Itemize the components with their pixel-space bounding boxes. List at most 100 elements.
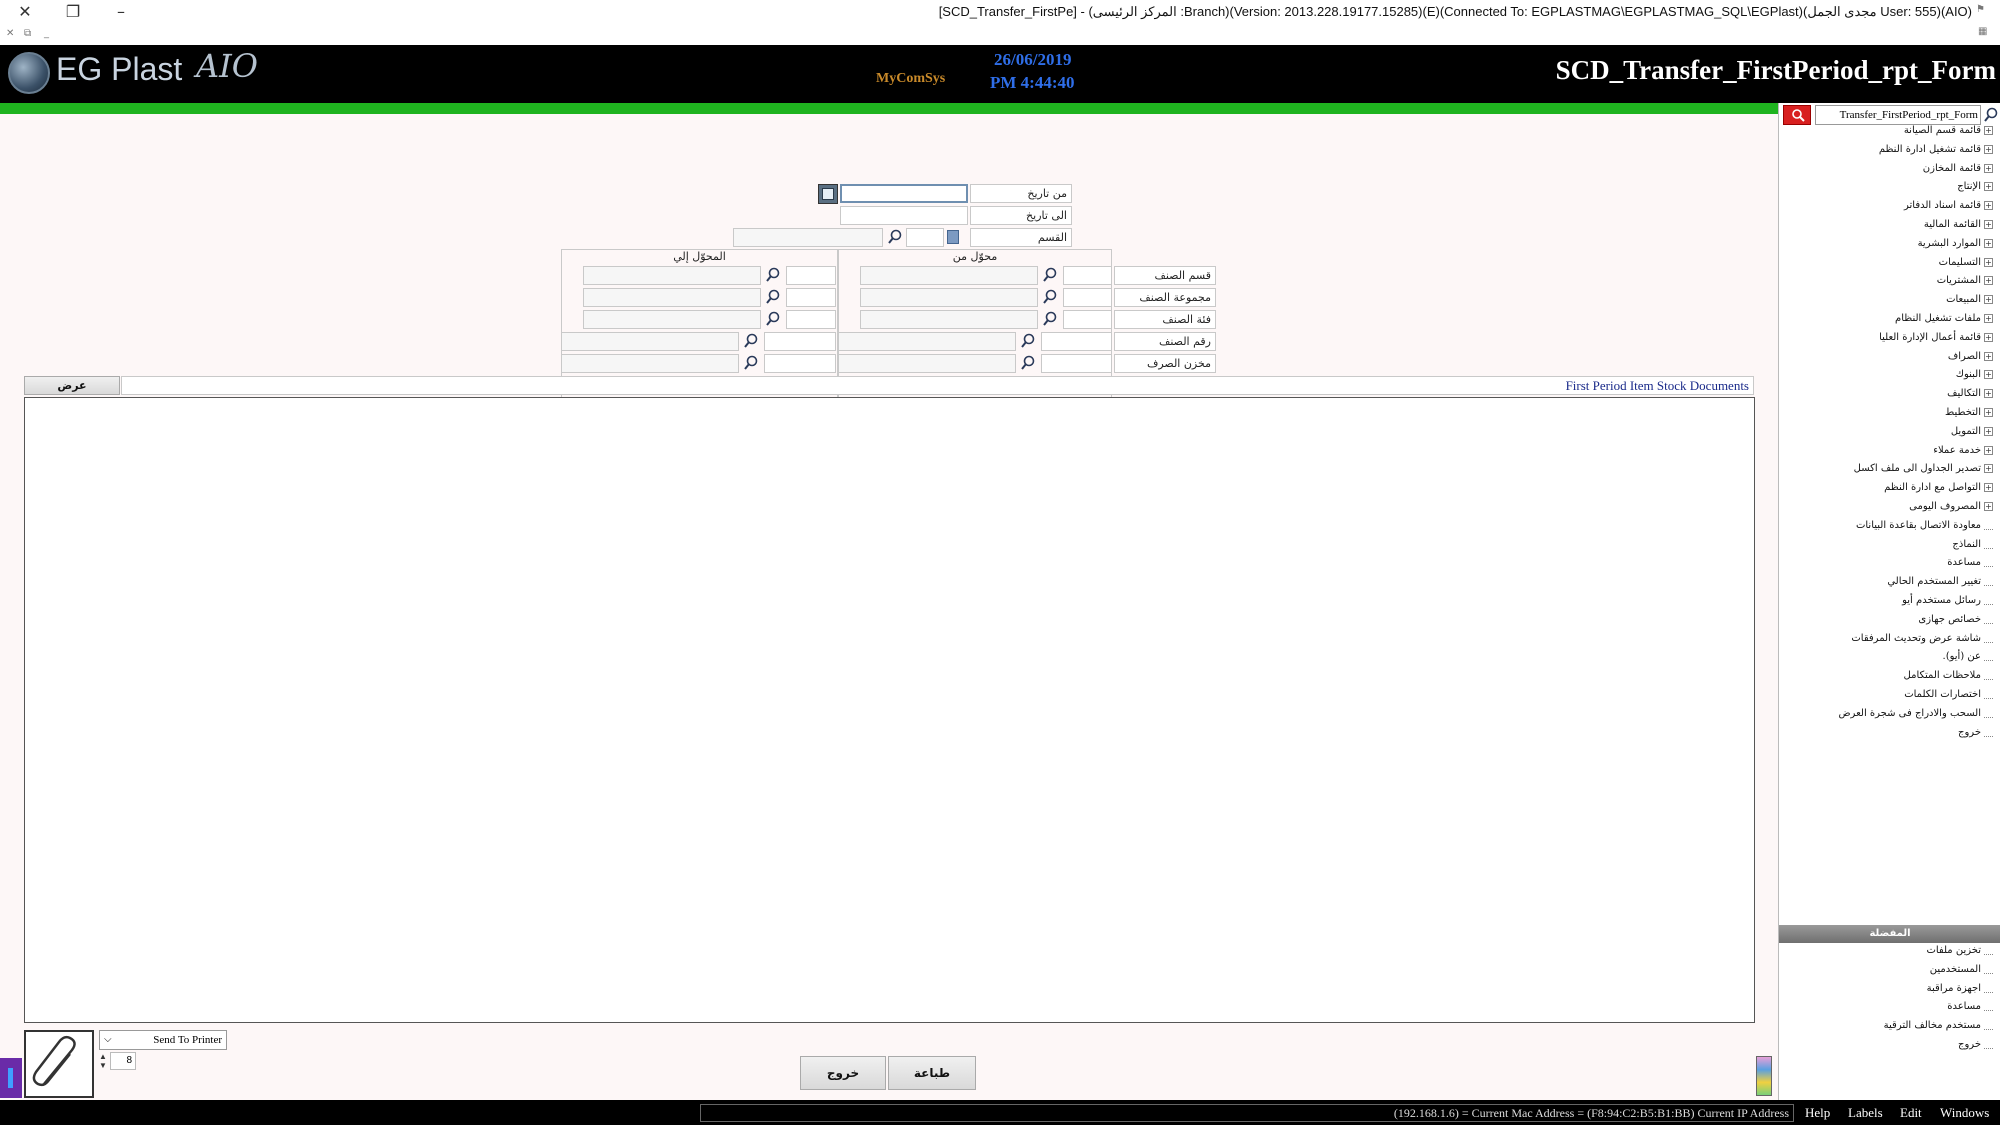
from-item-section-search-icon[interactable] xyxy=(1041,266,1059,284)
favorite-item[interactable]: خروج xyxy=(1958,1039,1993,1050)
sidebar-tree-item[interactable]: خروج xyxy=(1958,727,1993,738)
expand-icon[interactable]: + xyxy=(1984,238,1993,248)
sidebar-tree-item[interactable]: + خدمة عملاء xyxy=(1933,445,1993,456)
expand-icon[interactable]: + xyxy=(1984,201,1993,211)
expand-icon[interactable]: + xyxy=(1984,426,1993,436)
view-button[interactable]: عرض xyxy=(24,376,120,395)
expand-icon[interactable]: + xyxy=(1984,483,1993,493)
favorite-item[interactable]: مستخدم مخالف الترقية xyxy=(1884,1020,1993,1031)
to-item-number-code[interactable] xyxy=(764,332,836,351)
sidebar-tree-item[interactable]: + ملفات تشغيل النظام xyxy=(1895,313,1993,324)
attachment-icon[interactable] xyxy=(24,1030,94,1098)
from-item-category-search-icon[interactable] xyxy=(1041,310,1059,328)
expand-icon[interactable]: + xyxy=(1984,144,1993,154)
to-item-category-code[interactable] xyxy=(786,310,836,329)
sidebar-search-input[interactable] xyxy=(1815,105,1981,125)
sidebar-tree-item[interactable]: + قائمة قسم الصيانة xyxy=(1904,125,1993,136)
to-store-code[interactable] xyxy=(764,354,836,373)
copies-spinner-icon[interactable]: ▲ ▼ xyxy=(99,1052,109,1072)
sidebar-tree-item[interactable]: + قائمة اسناد الدفاتر xyxy=(1904,200,1993,211)
sidebar-tree-item[interactable]: اختصارات الكلمات xyxy=(1904,689,1993,700)
sidebar-tree-item[interactable]: + القائمة المالية xyxy=(1924,219,1993,230)
expand-icon[interactable]: + xyxy=(1984,351,1993,361)
to-store-search-icon[interactable] xyxy=(742,354,760,372)
sidebar-tree-item[interactable]: السحب والادراج فى شجرة العرض xyxy=(1838,708,1993,719)
expand-icon[interactable]: + xyxy=(1984,163,1993,173)
expand-icon[interactable]: + xyxy=(1984,408,1993,417)
favorite-item[interactable]: مساعدة xyxy=(1947,1001,1993,1012)
sidebar-tree-item[interactable]: + التواصل مع ادارة النظم xyxy=(1884,482,1993,493)
department-search-icon[interactable] xyxy=(886,228,904,246)
to-item-group-search-icon[interactable] xyxy=(764,288,782,306)
favorite-item[interactable]: تخزين ملفات xyxy=(1926,945,1993,956)
to-item-section-code[interactable] xyxy=(786,266,836,285)
to-date-input[interactable] xyxy=(840,206,968,225)
from-store-search-icon[interactable] xyxy=(1019,354,1037,372)
mini-restore-icon[interactable]: ⧉ xyxy=(24,28,31,39)
to-item-category-search-icon[interactable] xyxy=(764,310,782,328)
print-button[interactable]: طباعة xyxy=(888,1056,976,1090)
expand-icon[interactable]: + xyxy=(1984,182,1993,192)
side-tab-icon[interactable] xyxy=(0,1058,22,1098)
expand-icon[interactable]: + xyxy=(1984,502,1993,511)
report-viewer[interactable] xyxy=(24,397,1755,1023)
from-store-code[interactable] xyxy=(1041,354,1112,373)
expand-icon[interactable]: + xyxy=(1984,370,1993,380)
minimize-icon[interactable]: – xyxy=(106,2,136,22)
sidebar-tree-item[interactable]: تغيير المستخدم الحالي xyxy=(1887,576,1993,587)
sidebar-tree-item[interactable]: + المبيعات xyxy=(1946,294,1993,305)
expand-icon[interactable]: + xyxy=(1984,276,1993,286)
sidebar-tree-item[interactable]: + قائمة تشغيل ادارة النظم xyxy=(1879,144,1993,155)
sidebar-tree-item[interactable]: معاودة الاتصال بقاعدة البيانات xyxy=(1856,520,1993,531)
sidebar-tree-item[interactable]: مساعدة xyxy=(1947,557,1993,568)
mini-close-icon[interactable]: ✕ xyxy=(6,28,14,39)
sidebar-tree-item[interactable]: النماذج xyxy=(1952,539,1993,550)
sidebar-tree-item[interactable]: + البنوك xyxy=(1956,369,1993,380)
sidebar-tree-item[interactable]: + التسليمات xyxy=(1939,257,1993,268)
sidebar-tree-item[interactable]: + قائمة المخازن xyxy=(1923,163,1993,174)
to-item-number-search-icon[interactable] xyxy=(742,332,760,350)
sidebar-tree-item[interactable]: خصائص جهازى xyxy=(1918,614,1993,625)
sidebar-tree-item[interactable]: رسائل مستخدم أيو xyxy=(1902,595,1993,606)
sidebar-tree-item[interactable]: + التخطيط xyxy=(1945,407,1993,418)
expand-icon[interactable]: + xyxy=(1984,445,1993,455)
restore-icon[interactable]: ❐ xyxy=(58,2,88,22)
search-button[interactable] xyxy=(1783,105,1811,125)
favorite-item[interactable]: اجهزة مراقبة xyxy=(1927,983,1993,994)
expand-icon[interactable]: + xyxy=(1984,295,1993,305)
mini-minimize-icon[interactable]: _ xyxy=(44,28,49,39)
from-item-group-search-icon[interactable] xyxy=(1041,288,1059,306)
sidebar-tree-item[interactable]: + الصراف xyxy=(1948,351,1993,362)
sidebar-tree-item[interactable]: شاشة عرض وتحديث المرفقات xyxy=(1851,633,1993,644)
to-item-section-search-icon[interactable] xyxy=(764,266,782,284)
sidebar-search-icon[interactable] xyxy=(1982,105,2000,125)
sidebar-tree-item[interactable]: ملاحظات المتكامل xyxy=(1904,670,1993,681)
from-item-number-search-icon[interactable] xyxy=(1019,332,1037,350)
from-item-category-code[interactable] xyxy=(1063,310,1112,329)
menu-edit[interactable]: Edit xyxy=(1900,1105,1922,1121)
from-item-section-code[interactable] xyxy=(1063,266,1112,285)
to-item-group-code[interactable] xyxy=(786,288,836,307)
palette-icon[interactable] xyxy=(1756,1056,1772,1096)
sidebar-tree-item[interactable]: + التكاليف xyxy=(1947,388,1993,399)
department-code-input[interactable] xyxy=(906,228,944,247)
copies-input[interactable]: 8 xyxy=(110,1052,136,1070)
calendar-icon[interactable] xyxy=(818,184,838,204)
sidebar-tree-item[interactable]: عن (أيو). xyxy=(1943,651,1993,662)
expand-icon[interactable]: + xyxy=(1984,220,1993,229)
expand-icon[interactable]: + xyxy=(1984,332,1993,342)
department-dropdown-icon[interactable] xyxy=(947,230,959,244)
from-date-input[interactable] xyxy=(840,184,968,203)
from-item-group-code[interactable] xyxy=(1063,288,1112,307)
sidebar-tree-item[interactable]: + المصروف اليومى xyxy=(1909,501,1993,512)
expand-icon[interactable]: + xyxy=(1984,464,1993,474)
exit-button[interactable]: خروج xyxy=(800,1056,886,1090)
sidebar-tree-item[interactable]: + الإنتاج xyxy=(1957,181,1993,192)
expand-icon[interactable]: + xyxy=(1984,126,1993,135)
expand-icon[interactable]: + xyxy=(1984,314,1993,323)
sidebar-tree-item[interactable]: + تصدير الجداول الى ملف اكسل xyxy=(1854,463,1993,474)
menu-windows[interactable]: Windows xyxy=(1940,1105,1989,1121)
menu-help[interactable]: Help xyxy=(1805,1105,1830,1121)
printer-select[interactable]: ⌵ Send To Printer xyxy=(99,1030,227,1050)
sidebar-tree-item[interactable]: + الموارد البشرية xyxy=(1918,238,1993,249)
